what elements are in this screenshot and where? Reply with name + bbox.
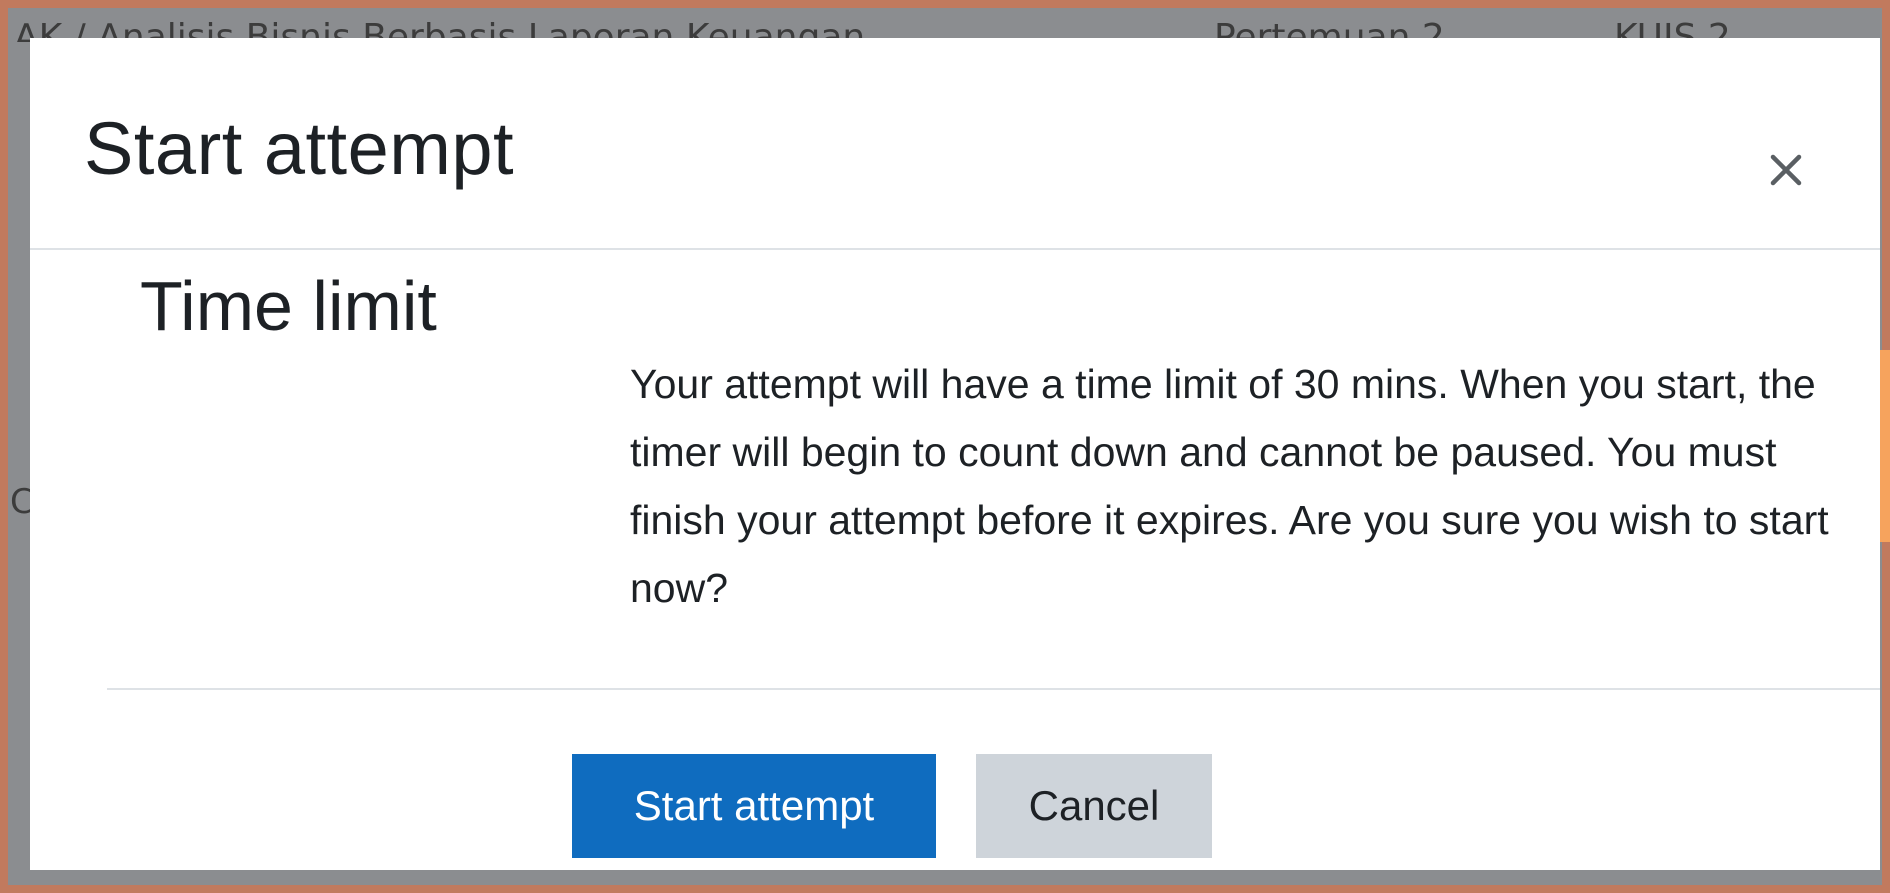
start-attempt-modal: Start attempt Time limit Your attempt wi… xyxy=(30,38,1880,870)
cancel-button[interactable]: Cancel xyxy=(976,754,1212,858)
close-button[interactable] xyxy=(1764,148,1808,192)
footer-divider xyxy=(107,688,1880,690)
modal-footer: Start attempt Cancel xyxy=(30,754,1880,858)
modal-header: Start attempt xyxy=(30,38,1880,250)
time-limit-message: Your attempt will have a time limit of 3… xyxy=(630,361,1829,611)
close-icon xyxy=(1770,154,1802,186)
breadcrumb-quiz[interactable]: KUIS 2 xyxy=(1614,8,1731,42)
start-attempt-button[interactable]: Start attempt xyxy=(572,754,936,858)
background-breadcrumb: AK / Analisis Bisnis Berbasis Laporan Ke… xyxy=(14,8,1731,42)
modal-title: Start attempt xyxy=(84,107,515,190)
time-limit-heading: Time limit xyxy=(140,267,437,345)
breadcrumb-course[interactable]: AK / Analisis Bisnis Berbasis Laporan Ke… xyxy=(14,8,1214,42)
breadcrumb-meeting[interactable]: Pertemuan 2 xyxy=(1214,8,1614,42)
